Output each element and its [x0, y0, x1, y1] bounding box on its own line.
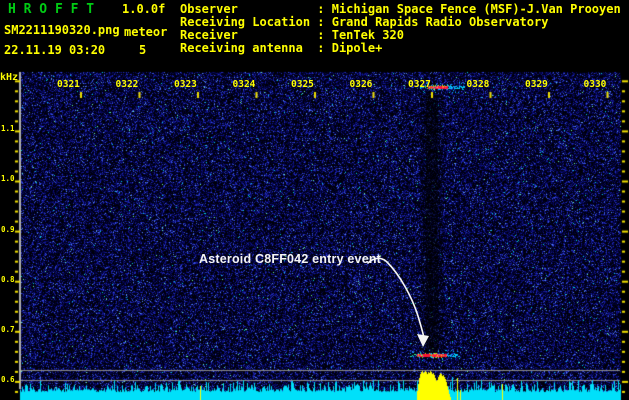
y-tick-label: 1.1 — [1, 124, 15, 134]
y-tick-label: 0.9 — [1, 224, 15, 234]
spectrogram-canvas — [0, 0, 629, 400]
annotation-arrow-icon — [367, 257, 429, 347]
station-info-row: Receiving antenna : Dipole+ — [180, 41, 383, 55]
annotation-text: Asteroid C8FF042 entry event — [199, 252, 382, 266]
y-tick-label: 1.0 — [1, 174, 15, 184]
mode-label: meteor — [124, 25, 168, 39]
y-axis-unit-label: kHz — [0, 72, 19, 83]
output-filename: SM2211190320.png — [4, 23, 120, 37]
x-tick-label: 0321 — [57, 79, 80, 90]
y-tick-label: 0.6 — [1, 374, 15, 384]
y-tick-label: 0.7 — [1, 324, 15, 334]
x-tick-label: 0325 — [291, 79, 314, 90]
x-tick-label: 0323 — [174, 79, 197, 90]
station-info-row: Receiving Location : Grand Rapids Radio … — [180, 15, 549, 29]
x-tick-label: 0326 — [349, 79, 373, 90]
app-title: H R O F F T — [8, 2, 95, 17]
meteor-count: 5 — [139, 43, 147, 57]
station-info-row: Receiver : TenTek 320 — [180, 28, 404, 42]
x-tick-label: 0322 — [115, 79, 139, 90]
app-version: 1.0.0f — [122, 2, 166, 16]
datetime-stamp: 22.11.19 03:20 — [4, 43, 106, 57]
station-info-row: Observer : Michigan Space Fence (MSF)-J.… — [180, 2, 621, 16]
x-tick-label: 0327 — [408, 79, 431, 90]
x-tick-label: 0329 — [525, 79, 548, 90]
y-tick-label: 0.8 — [1, 274, 15, 284]
x-tick-label: 0324 — [232, 79, 256, 90]
x-tick-label: 0330 — [583, 79, 607, 90]
x-tick-label: 0328 — [466, 79, 490, 90]
hrofft-window: H R O F F T 1.0.0f SM2211190320.png mete… — [0, 0, 629, 400]
